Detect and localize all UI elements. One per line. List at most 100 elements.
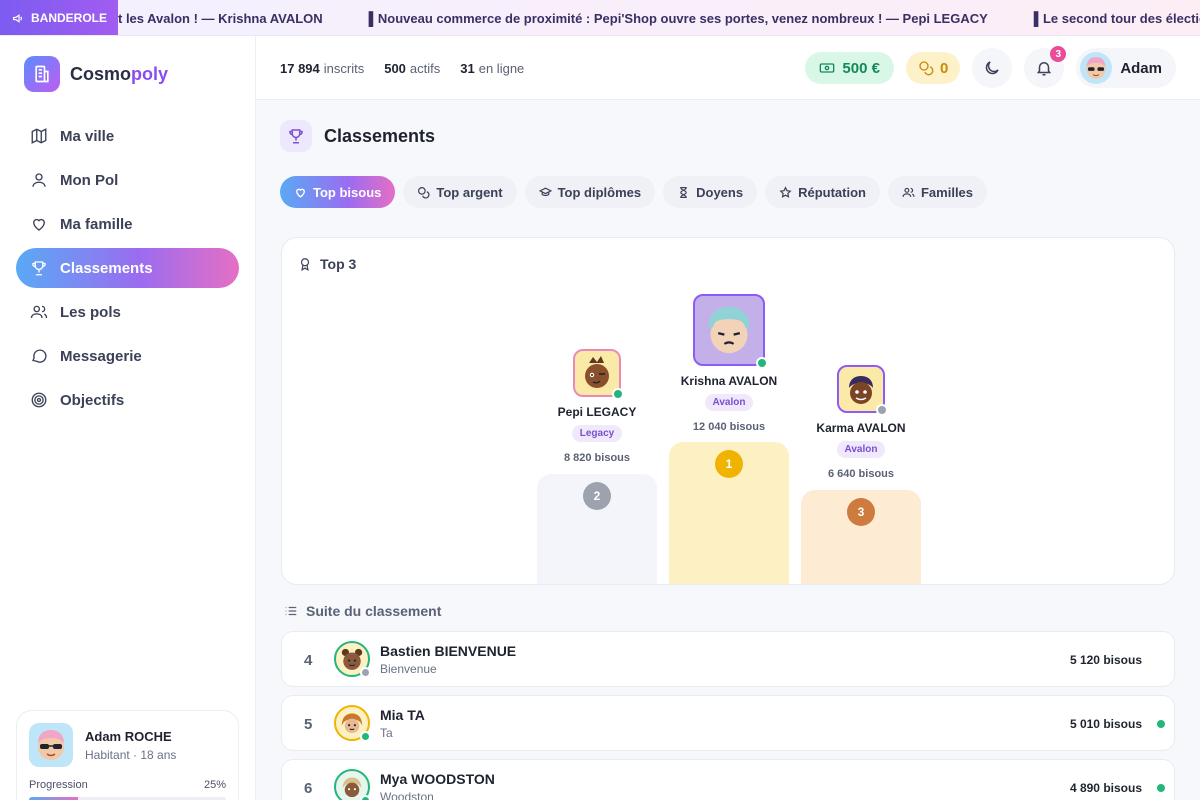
bell-icon [1037, 62, 1052, 76]
offline-status-dot [360, 667, 371, 678]
avatar [573, 349, 624, 400]
rank-badge: 3 [847, 498, 875, 526]
top-header: 17 894 inscrits 500 actifs 31 en ligne 500 … [256, 36, 1200, 100]
heart-icon [296, 188, 305, 198]
stat-value: 31 [460, 60, 475, 76]
row-score: 4 890 bisous [1069, 781, 1142, 795]
row-name: Mia TA [380, 707, 425, 723]
row-family: Woodston [380, 790, 434, 800]
username: Adam [1120, 59, 1162, 77]
rank-badge: 1 [715, 450, 743, 478]
stat-inscrits: 17 894 inscrits [280, 61, 364, 76]
hourglass-icon [680, 186, 687, 198]
online-status-dot [756, 357, 768, 369]
ticker-badge-label: BANDEROLE [31, 11, 108, 25]
avatar [334, 769, 371, 800]
sidebar: Cosmopoly Ma ville Mon Pol Ma famille Cl… [0, 36, 256, 800]
online-status-dot [1157, 784, 1165, 792]
tab-reputation[interactable]: Réputation [765, 176, 880, 208]
brand-logo[interactable]: Cosmopoly [24, 56, 168, 92]
profile-name: Adam ROCHE [85, 729, 172, 744]
online-status-dot [360, 731, 371, 742]
coins-icon [919, 61, 934, 76]
coins-balance[interactable]: 0 [905, 52, 961, 84]
player-score: 12 040 bisous [692, 421, 766, 433]
nav-item-classements[interactable]: Classements [16, 248, 239, 288]
trophy-icon [32, 261, 46, 276]
target-icon [31, 392, 47, 408]
user-menu-button[interactable]: Adam [1076, 48, 1176, 88]
star-icon [779, 185, 792, 198]
avatar [693, 294, 768, 369]
nav-item-label: Objectifs [60, 391, 125, 409]
nav-item-objectifs[interactable]: Objectifs [16, 380, 239, 420]
nav-item-label: Messagerie [60, 347, 142, 365]
list-item[interactable]: 5 Mia TA Ta 5 010 bisous [281, 695, 1175, 751]
nav-item-label: Classements [60, 259, 153, 277]
podium-step-3: 3 [801, 490, 921, 584]
family-badge: Legacy [571, 425, 623, 442]
player-name: Karma AVALON [816, 421, 906, 435]
trophy-icon [280, 120, 312, 152]
nav-item-messagerie[interactable]: Messagerie [16, 336, 239, 376]
podium-step-2: 2 [537, 474, 657, 584]
row-rank: 4 [304, 651, 313, 669]
notification-count-badge: 3 [1050, 46, 1067, 62]
brand-prefix: Cosmo [70, 63, 132, 84]
tab-top-argent[interactable]: Top argent [403, 176, 517, 208]
player-score: 8 820 bisous [563, 452, 631, 464]
nav-item-ma-ville[interactable]: Ma ville [16, 116, 239, 156]
row-name: Mya WOODSTON [380, 771, 495, 787]
page-title: Classements [280, 120, 435, 152]
online-status-dot [360, 795, 371, 800]
stat-label: actifs [409, 60, 441, 76]
profile-subtitle: Habitant · 18 ans [85, 748, 177, 762]
tab-label: Familles [920, 184, 974, 200]
row-rank: 6 [304, 779, 313, 797]
graduation-cap-icon [538, 187, 552, 196]
progress-value: 25% [203, 779, 226, 791]
money-value: 500 € [842, 59, 880, 77]
tab-top-diplomes[interactable]: Top diplômes [524, 176, 656, 208]
ticker-badge: BANDEROLE [0, 0, 118, 35]
tab-label: Top bisous [313, 184, 382, 200]
tab-familles[interactable]: Familles [887, 176, 988, 208]
podium-player-3[interactable]: Karma AVALON Avalon 6 640 bisous [801, 365, 921, 480]
coins-value: 0 [939, 59, 949, 77]
podium-player-2[interactable]: Pepi LEGACY Legacy 8 820 bisous [537, 349, 657, 464]
nav-item-label: Ma famille [60, 215, 133, 233]
progress-label: Progression [29, 779, 88, 791]
row-family: Ta [380, 726, 393, 740]
player-name: Krishna AVALON [680, 374, 778, 388]
banknote-icon [820, 63, 835, 73]
tab-doyens[interactable]: Doyens [663, 176, 758, 208]
avatar [29, 723, 73, 767]
notifications-button[interactable]: 3 [1024, 46, 1067, 88]
message-icon [32, 349, 47, 363]
user-profile-card[interactable]: Adam ROCHE Habitant · 18 ans Progression… [16, 710, 239, 800]
stat-actifs: 500 actifs [384, 61, 440, 76]
nav-item-label: Mon Pol [60, 171, 119, 189]
row-family: Bienvenue [380, 662, 437, 676]
stat-label: inscrits [323, 60, 365, 76]
theme-toggle-button[interactable] [972, 48, 1013, 88]
ranking-list: 4 Bastien BIENVENUE Bienvenue 5 120 biso… [281, 631, 1175, 800]
moon-icon [986, 61, 1000, 75]
main-nav: Ma ville Mon Pol Ma famille Classements … [16, 116, 239, 424]
nav-item-les-pols[interactable]: Les pols [16, 292, 239, 332]
podium-player-1[interactable]: Krishna AVALON Avalon 12 040 bisous [659, 294, 799, 433]
list-item[interactable]: 6 Mya WOODSTON Woodston 4 890 bisous [281, 759, 1175, 800]
tab-label: Top argent [436, 184, 503, 200]
user-icon [32, 173, 46, 187]
money-balance[interactable]: 500 € [805, 52, 894, 84]
medal-icon [300, 258, 310, 271]
online-status-dot [612, 388, 624, 400]
nav-item-ma-famille[interactable]: Ma famille [16, 204, 239, 244]
family-badge: Avalon [836, 441, 886, 458]
nav-item-mon-pol[interactable]: Mon Pol [16, 160, 239, 200]
tab-label: Top diplômes [557, 184, 642, 200]
tab-top-bisous[interactable]: Top bisous [280, 176, 396, 208]
ticker-track: t les Avalon ! — Krishna AVALON ▌Nouveau… [118, 0, 1200, 35]
list-item[interactable]: 4 Bastien BIENVENUE Bienvenue 5 120 biso… [281, 631, 1175, 687]
users-icon [30, 305, 48, 319]
